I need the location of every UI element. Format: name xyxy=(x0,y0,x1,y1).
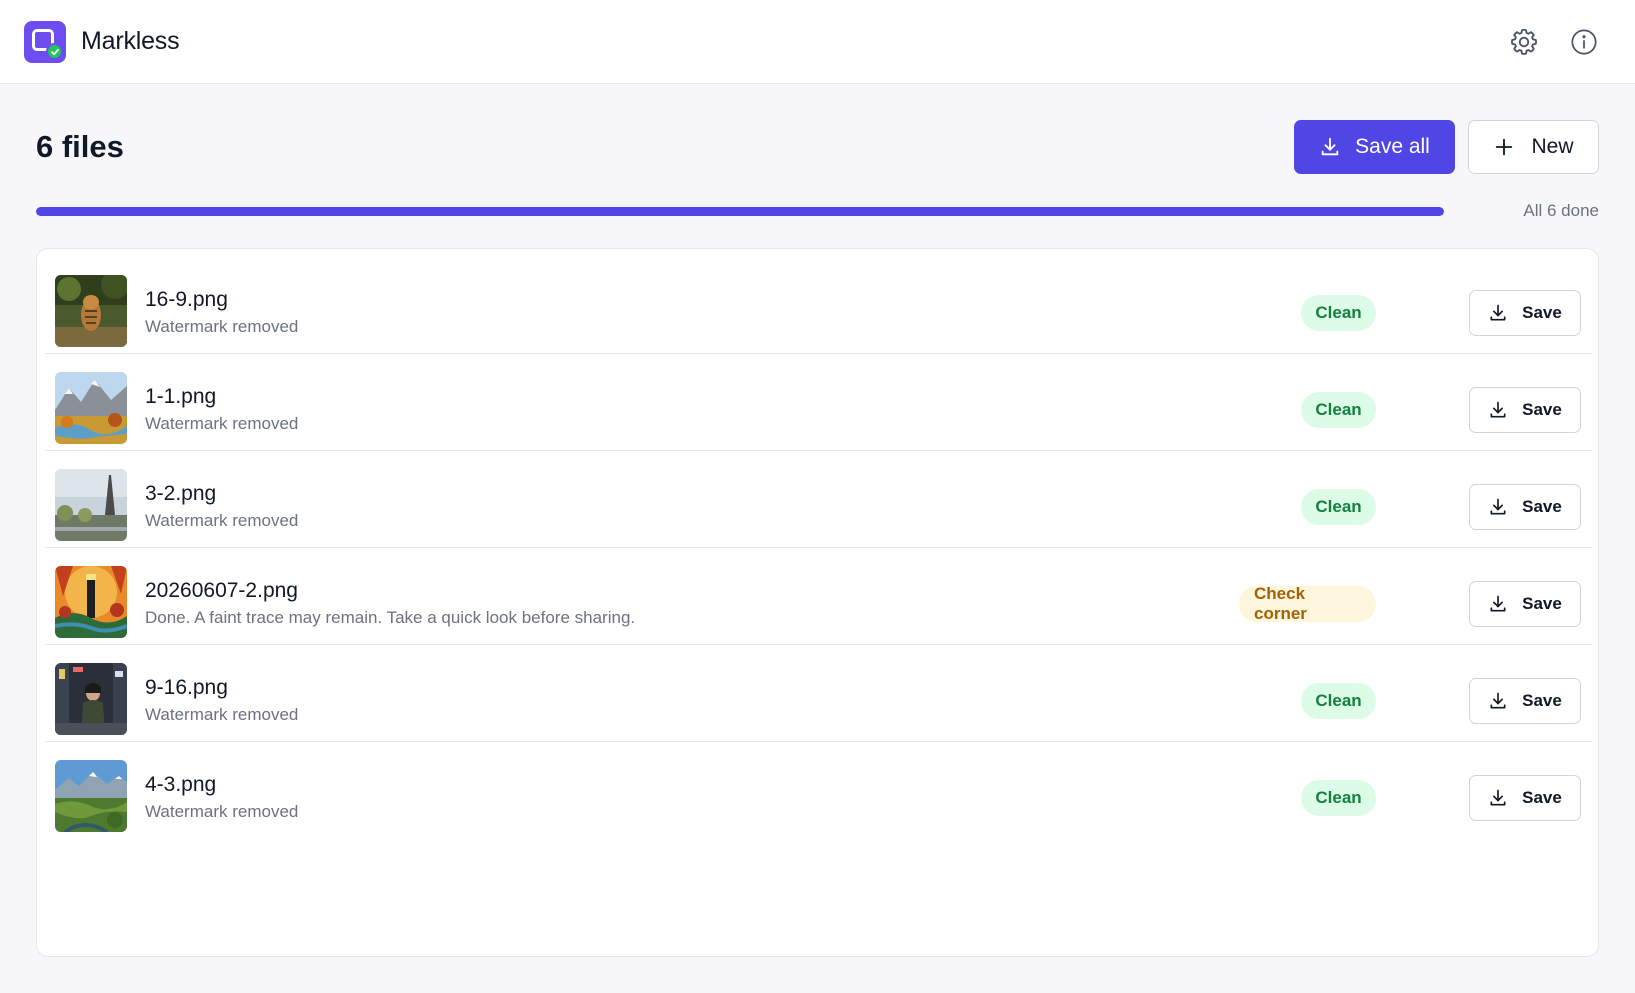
status-badge: Check corner xyxy=(1239,584,1376,623)
file-status: Watermark removed xyxy=(145,317,299,336)
file-name: 20260607-2.png xyxy=(145,579,298,602)
file-thumbnail xyxy=(55,469,127,541)
status-badge: Clean xyxy=(1301,780,1376,816)
file-thumbnail xyxy=(55,275,127,347)
download-icon xyxy=(1490,789,1506,806)
file-status: Watermark removed xyxy=(145,705,299,724)
save-label: Save xyxy=(1522,497,1562,516)
gear-icon xyxy=(1510,28,1538,55)
download-icon xyxy=(1321,137,1339,156)
save-label: Save xyxy=(1522,303,1562,322)
download-icon xyxy=(1490,401,1506,418)
status-badge: Clean xyxy=(1301,683,1376,719)
file-row: 16-9.png Watermark removed Clean Save xyxy=(45,257,1592,354)
file-name: 1-1.png xyxy=(145,385,217,408)
info-button[interactable] xyxy=(1566,24,1602,60)
save-button[interactable]: Save xyxy=(1469,678,1581,724)
file-row: 3-2.png Watermark removed Clean Save xyxy=(45,451,1592,548)
file-row: 9-16.png Watermark removed Clean Save xyxy=(45,645,1592,742)
file-row: 1-1.png Watermark removed Clean Save xyxy=(45,354,1592,451)
file-list: 16-9.png Watermark removed Clean Save 1-… xyxy=(36,248,1599,957)
file-status: Done. A faint trace may remain. Take a q… xyxy=(145,608,636,627)
file-thumbnail xyxy=(55,372,127,444)
save-button[interactable]: Save xyxy=(1469,484,1581,530)
save-button[interactable]: Save xyxy=(1469,290,1581,336)
save-label: Save xyxy=(1522,691,1562,710)
settings-button[interactable] xyxy=(1506,24,1542,60)
status-badge: Clean xyxy=(1301,295,1376,331)
download-icon xyxy=(1490,498,1506,515)
download-icon xyxy=(1490,304,1506,321)
top-bar: Markless xyxy=(0,0,1635,84)
plus-icon xyxy=(1496,138,1513,156)
progress-status: All 6 done xyxy=(1523,201,1599,220)
info-icon xyxy=(1571,29,1597,55)
file-status: Watermark removed xyxy=(145,511,299,530)
save-all-button[interactable]: Save all xyxy=(1294,120,1455,174)
file-thumbnail xyxy=(55,760,127,832)
file-row: 20260607-2.png Done. A faint trace may r… xyxy=(45,548,1592,645)
files-count-heading: 6 files xyxy=(36,129,124,164)
file-name: 3-2.png xyxy=(145,482,217,505)
save-button[interactable]: Save xyxy=(1469,775,1581,821)
app-title: Markless xyxy=(81,27,180,55)
file-thumbnail xyxy=(55,566,127,638)
new-button[interactable]: New xyxy=(1468,120,1599,174)
save-all-label: Save all xyxy=(1355,135,1430,158)
status-badge: Clean xyxy=(1301,489,1376,525)
file-row: 4-3.png Watermark removed Clean Save xyxy=(45,742,1592,839)
progress-fill xyxy=(36,207,1444,216)
check-icon xyxy=(46,43,63,60)
download-icon xyxy=(1490,692,1506,709)
file-name: 4-3.png xyxy=(145,773,217,796)
file-status: Watermark removed xyxy=(145,802,299,821)
file-status: Watermark removed xyxy=(145,414,299,433)
progress-bar xyxy=(36,207,1444,216)
status-badge: Clean xyxy=(1301,392,1376,428)
save-label: Save xyxy=(1522,400,1562,419)
save-label: Save xyxy=(1522,594,1562,613)
file-thumbnail xyxy=(55,663,127,735)
save-button[interactable]: Save xyxy=(1469,581,1581,627)
save-label: Save xyxy=(1522,788,1562,807)
file-name: 16-9.png xyxy=(145,288,228,311)
file-name: 9-16.png xyxy=(145,676,228,699)
app-logo xyxy=(24,21,66,63)
save-button[interactable]: Save xyxy=(1469,387,1581,433)
new-label: New xyxy=(1531,135,1574,158)
download-icon xyxy=(1490,595,1506,612)
